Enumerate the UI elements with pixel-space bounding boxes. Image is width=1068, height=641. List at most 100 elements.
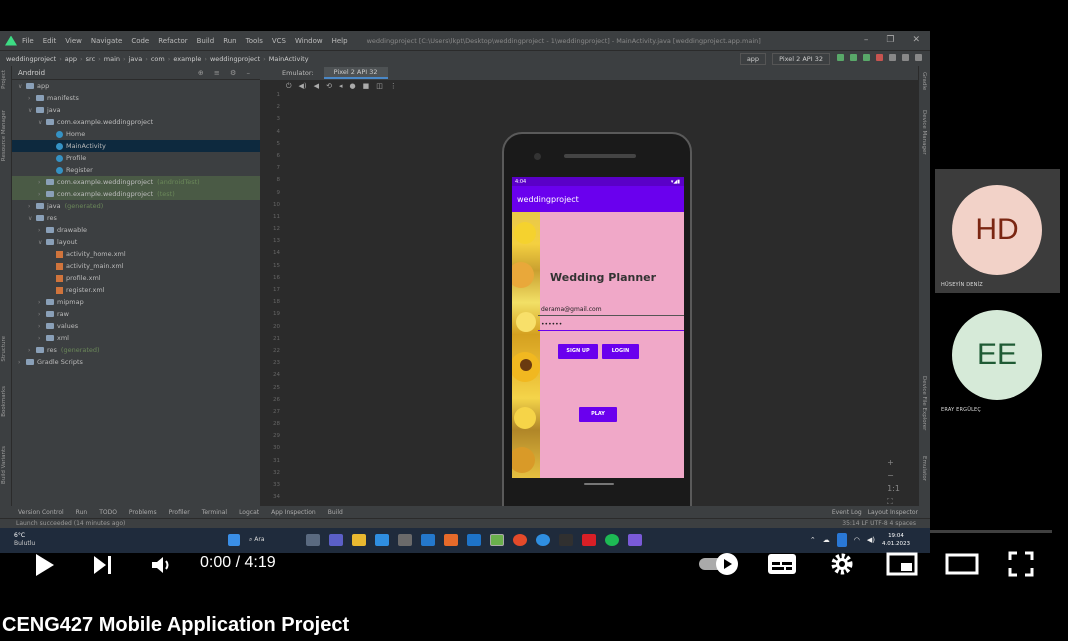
chevron-right-icon[interactable]: › bbox=[28, 95, 36, 102]
device-file-explorer-tab[interactable]: Device File Explorer bbox=[921, 376, 927, 430]
menu-code[interactable]: Code bbox=[131, 37, 149, 45]
menu-help[interactable]: Help bbox=[332, 37, 348, 45]
zoom-out-icon[interactable]: − bbox=[887, 471, 900, 480]
chevron-right-icon[interactable]: › bbox=[18, 359, 26, 366]
chevron-right-icon[interactable]: › bbox=[28, 347, 36, 354]
chevron-right-icon[interactable]: › bbox=[38, 323, 46, 330]
breadcrumb-example[interactable]: example bbox=[173, 55, 201, 63]
gradle-tab[interactable]: Gradle bbox=[921, 72, 927, 90]
home-icon[interactable]: ● bbox=[349, 82, 355, 90]
tool-app-inspection[interactable]: App Inspection bbox=[271, 509, 316, 516]
project-view-select[interactable]: Android bbox=[18, 69, 45, 77]
apply-changes-icon[interactable] bbox=[863, 54, 870, 61]
play-button[interactable]: PLAY bbox=[579, 407, 617, 422]
run-icon[interactable] bbox=[837, 54, 844, 61]
run-config-select[interactable]: app bbox=[739, 53, 767, 65]
tree-item[interactable]: › values bbox=[12, 320, 260, 332]
tree-item[interactable]: ∨ res bbox=[12, 212, 260, 224]
project-panel-controls[interactable]: ⊕ ≡ ⚙ – bbox=[198, 69, 254, 77]
rotate-icon[interactable]: ⟲ bbox=[326, 82, 332, 90]
theater-mode-icon[interactable] bbox=[945, 553, 979, 575]
minimize-icon[interactable]: – bbox=[864, 35, 869, 45]
tool-build[interactable]: Build bbox=[328, 509, 343, 516]
breadcrumb-class[interactable]: MainActivity bbox=[269, 55, 309, 63]
phone-screen[interactable]: 4:04 ▾◢▮ weddingproject Wedding Planner … bbox=[512, 177, 684, 478]
tree-item[interactable]: › java (generated) bbox=[12, 200, 260, 212]
chevron-right-icon[interactable]: › bbox=[38, 335, 46, 342]
tree-item[interactable]: Register bbox=[12, 164, 260, 176]
email-field[interactable]: derama@gmail.com bbox=[538, 303, 684, 316]
tool-version-control[interactable]: Version Control bbox=[18, 509, 64, 516]
menu-navigate[interactable]: Navigate bbox=[91, 37, 122, 45]
zoom-actual-size[interactable]: 1:1 bbox=[887, 484, 900, 493]
settings-gear-icon[interactable] bbox=[829, 551, 855, 577]
tree-item[interactable]: › res (generated) bbox=[12, 344, 260, 356]
tree-item[interactable]: activity_home.xml bbox=[12, 248, 260, 260]
chevron-right-icon[interactable]: › bbox=[38, 191, 46, 198]
tree-item[interactable]: ∨ layout bbox=[12, 236, 260, 248]
next-icon[interactable] bbox=[92, 554, 114, 576]
structure-tab[interactable]: Structure bbox=[1, 336, 7, 362]
login-button[interactable]: LOGIN bbox=[602, 344, 639, 359]
device-select[interactable]: Pixel 2 API 32 bbox=[772, 53, 830, 65]
video-title[interactable]: CENG427 Mobile Application Project bbox=[2, 614, 349, 637]
tree-item[interactable]: › mipmap bbox=[12, 296, 260, 308]
chevron-down-icon[interactable]: ∨ bbox=[28, 215, 36, 222]
subtitles-icon[interactable] bbox=[766, 552, 798, 576]
tree-item[interactable]: ∨ com.example.weddingproject bbox=[12, 116, 260, 128]
tool-problems[interactable]: Problems bbox=[129, 509, 157, 516]
bookmarks-tab[interactable]: Bookmarks bbox=[1, 386, 7, 417]
miniplayer-icon[interactable] bbox=[886, 552, 918, 576]
emulator-tab[interactable]: Emulator bbox=[921, 456, 927, 481]
menu-refactor[interactable]: Refactor bbox=[158, 37, 187, 45]
volume-up-icon[interactable]: ◀) bbox=[299, 82, 307, 90]
back-icon[interactable]: ◂ bbox=[339, 82, 343, 90]
settings-icon[interactable] bbox=[915, 54, 922, 61]
menu-file[interactable]: File bbox=[22, 37, 34, 45]
tool-profiler[interactable]: Profiler bbox=[169, 509, 190, 516]
breadcrumb-com[interactable]: com bbox=[151, 55, 165, 63]
video-player-frame[interactable]: File Edit View Navigate Code Refactor Bu… bbox=[0, 0, 1068, 641]
tool-logcat[interactable]: Logcat bbox=[239, 509, 259, 516]
zoom-in-icon[interactable]: + bbox=[887, 458, 900, 467]
breadcrumb-app[interactable]: app bbox=[65, 55, 77, 63]
menu-view[interactable]: View bbox=[65, 37, 82, 45]
chevron-right-icon[interactable]: › bbox=[38, 299, 46, 306]
sync-icon[interactable] bbox=[889, 54, 896, 61]
menu-window[interactable]: Window bbox=[295, 37, 323, 45]
menu-tools[interactable]: Tools bbox=[246, 37, 263, 45]
more-icon[interactable]: ⋮ bbox=[390, 82, 397, 90]
overview-icon[interactable]: ■ bbox=[363, 82, 370, 90]
stop-icon[interactable] bbox=[876, 54, 883, 61]
chevron-right-icon[interactable]: › bbox=[38, 227, 46, 234]
close-icon[interactable]: ✕ bbox=[912, 35, 920, 45]
chevron-right-icon[interactable]: › bbox=[38, 311, 46, 318]
screenshot-icon[interactable]: ◫ bbox=[376, 82, 383, 90]
chevron-down-icon[interactable]: ∨ bbox=[38, 239, 46, 246]
tree-item[interactable]: › drawable bbox=[12, 224, 260, 236]
chevron-down-icon[interactable]: ∨ bbox=[38, 119, 46, 126]
tree-item[interactable]: profile.xml bbox=[12, 272, 260, 284]
tree-item[interactable]: › manifests bbox=[12, 92, 260, 104]
tree-item[interactable]: › raw bbox=[12, 308, 260, 320]
chevron-down-icon[interactable]: ∨ bbox=[28, 107, 36, 114]
breadcrumb-project[interactable]: weddingproject bbox=[6, 55, 56, 63]
fullscreen-icon[interactable] bbox=[1008, 551, 1034, 577]
chevron-right-icon[interactable]: › bbox=[38, 179, 46, 186]
tree-item[interactable]: activity_main.xml bbox=[12, 260, 260, 272]
sign-up-button[interactable]: SIGN UP bbox=[558, 344, 598, 359]
build-variants-tab[interactable]: Build Variants bbox=[1, 446, 7, 484]
password-field[interactable]: •••••• bbox=[538, 320, 684, 331]
tree-item[interactable]: ∨ app bbox=[12, 80, 260, 92]
autoplay-toggle-icon[interactable] bbox=[697, 551, 741, 577]
menu-vcs[interactable]: VCS bbox=[272, 37, 286, 45]
chevron-down-icon[interactable]: ∨ bbox=[18, 83, 26, 90]
tree-item[interactable]: Home bbox=[12, 128, 260, 140]
debug-icon[interactable] bbox=[850, 54, 857, 61]
tree-item[interactable]: › com.example.weddingproject (androidTest) bbox=[12, 176, 260, 188]
tool-terminal[interactable]: Terminal bbox=[202, 509, 227, 516]
emulator-device-tab[interactable]: Pixel 2 API 32 bbox=[323, 67, 388, 79]
device-manager-tab[interactable]: Device Manager bbox=[921, 110, 927, 155]
tree-item[interactable]: MainActivity bbox=[12, 140, 260, 152]
tree-item[interactable]: › com.example.weddingproject (test) bbox=[12, 188, 260, 200]
